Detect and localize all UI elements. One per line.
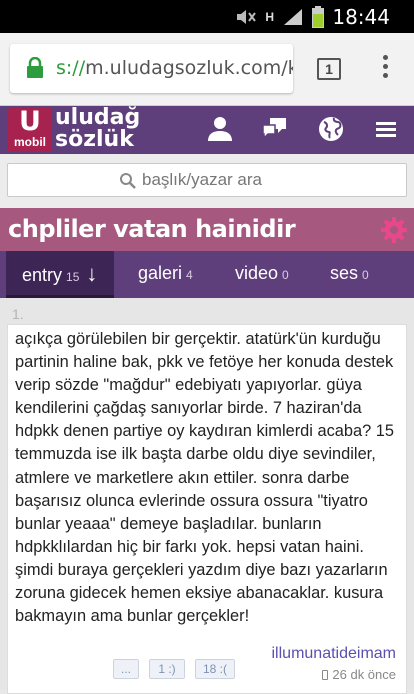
- more-options-button[interactable]: ...: [113, 659, 139, 679]
- logo-sub: mobil: [14, 135, 46, 149]
- search-input[interactable]: [142, 168, 392, 192]
- battery-icon: [312, 6, 324, 28]
- upvote-button[interactable]: 18 :(: [195, 659, 235, 679]
- site-logo[interactable]: U mobil: [8, 108, 52, 152]
- tab-switcher-button[interactable]: 1: [317, 58, 341, 80]
- tab-entry-count: 15: [66, 270, 80, 284]
- site-logo-text[interactable]: uludağ sözlük: [55, 107, 140, 151]
- tab-entry-label: entry: [22, 265, 63, 285]
- topic-tabs: entry 15 ↓ galeri 4 video 0 ses 0: [0, 251, 414, 298]
- messages-icon[interactable]: [260, 114, 290, 144]
- globe-icon[interactable]: [316, 114, 346, 144]
- topic-title[interactable]: chpliler vatan hainidir: [8, 215, 296, 243]
- downvote-button[interactable]: 1 :): [149, 659, 185, 679]
- address-bar[interactable]: s://m.uludagsozluk.com/k: [10, 44, 293, 93]
- tab-video-label: video: [235, 263, 279, 283]
- browser-menu-button[interactable]: [375, 55, 395, 85]
- entry-time: 26 dk önce: [322, 667, 396, 682]
- user-icon[interactable]: [205, 114, 235, 144]
- tab-video[interactable]: video 0: [235, 251, 289, 298]
- menu-dot: [382, 64, 388, 69]
- search-area: [0, 154, 414, 208]
- url-scheme: s://: [56, 57, 86, 79]
- tab-ses-label: ses: [330, 263, 359, 283]
- logo-line-1: uludağ: [55, 105, 141, 130]
- entry-list: 1. açıkça görülebilen bir gerçektir. ata…: [0, 298, 414, 694]
- entry-card: açıkça görülebilen bir gerçektir. atatür…: [7, 324, 407, 694]
- tab-galeri-count: 4: [186, 268, 193, 282]
- entry-text: açıkça görülebilen bir gerçektir. atatür…: [15, 330, 395, 626]
- search-box[interactable]: [7, 163, 407, 197]
- clock: 18:44: [332, 5, 390, 29]
- logo-letter: U: [19, 106, 41, 137]
- topic-title-bar: chpliler vatan hainidir: [0, 208, 414, 251]
- entry-author-link[interactable]: illumunatideimam: [272, 645, 397, 663]
- lock-icon: [27, 57, 43, 78]
- menu-dot: [382, 55, 388, 60]
- tab-entry[interactable]: entry 15 ↓: [6, 251, 114, 298]
- browser-toolbar: s://m.uludagsozluk.com/k 1: [0, 33, 414, 106]
- site-header: U mobil uludağ sözlük: [0, 106, 414, 154]
- url-text: s://m.uludagsozluk.com/k: [56, 57, 293, 79]
- gear-icon[interactable]: [380, 216, 408, 244]
- menu-dot: [382, 73, 388, 78]
- signal-icon: [284, 9, 302, 25]
- tab-video-count: 0: [282, 268, 289, 282]
- entry-number: 1.: [12, 306, 24, 322]
- logo-line-2: sözlük: [55, 127, 134, 152]
- network-type-label: H: [265, 10, 274, 24]
- mobile-icon: [322, 670, 329, 680]
- tab-galeri-label: galeri: [138, 263, 183, 283]
- search-icon: [120, 173, 136, 189]
- tab-ses-count: 0: [362, 268, 369, 282]
- tab-ses[interactable]: ses 0: [330, 251, 369, 298]
- status-bar: H 18:44: [0, 0, 414, 33]
- sort-arrow-icon: ↓: [86, 261, 98, 286]
- mute-icon: [237, 10, 257, 24]
- hamburger-menu-icon[interactable]: [372, 114, 402, 144]
- url-host: m.uludagsozluk.com/k: [85, 57, 293, 79]
- entry-time-text: 26 dk önce: [332, 667, 396, 682]
- tab-galeri[interactable]: galeri 4: [138, 251, 193, 298]
